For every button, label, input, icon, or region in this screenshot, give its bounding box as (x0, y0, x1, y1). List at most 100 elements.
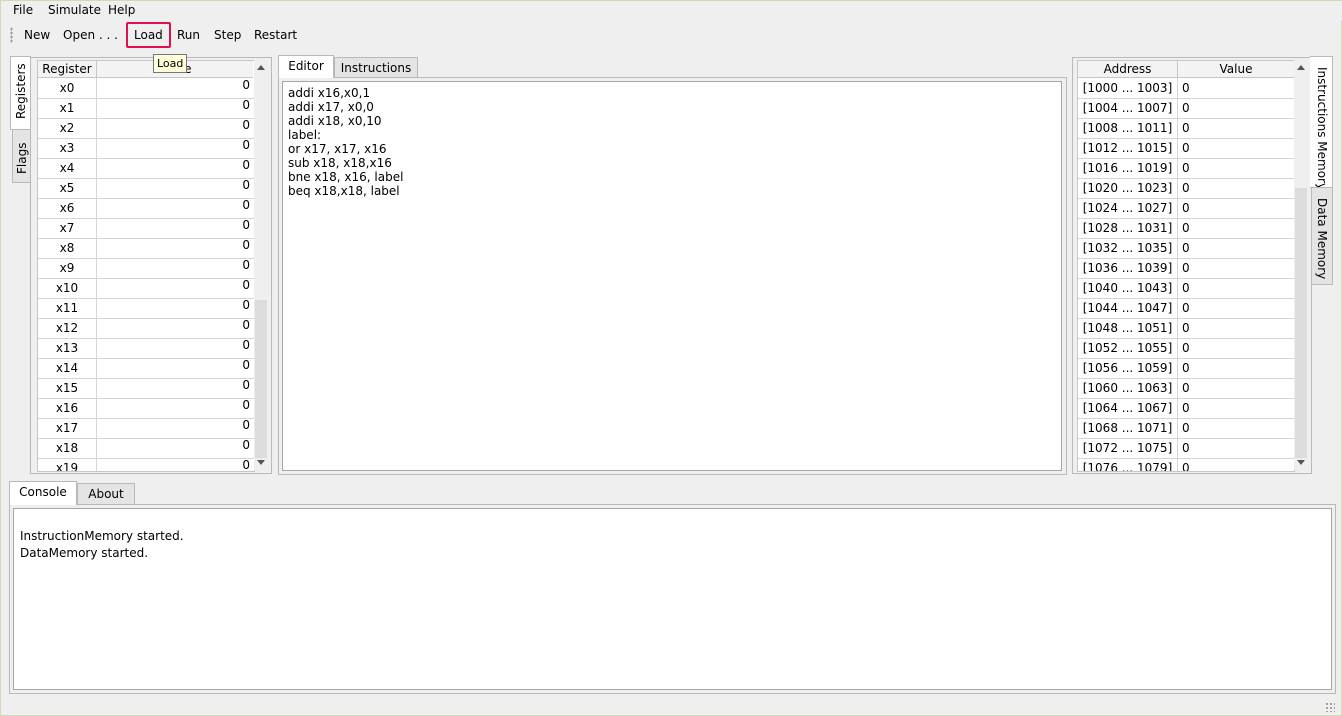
table-row[interactable]: x7 0 (38, 218, 254, 239)
open-button[interactable]: Open . . . (61, 26, 120, 44)
scroll-down-icon[interactable] (1297, 460, 1305, 465)
memory-value[interactable]: 0 (1182, 378, 1190, 398)
memory-value[interactable]: 0 (1182, 118, 1190, 138)
scroll-up-icon[interactable] (257, 65, 265, 70)
tab-data-memory[interactable]: Data Memory (1311, 187, 1333, 285)
register-value[interactable]: 0 (97, 138, 254, 152)
register-value[interactable]: 0 (97, 178, 254, 192)
table-row[interactable]: [1068 ... 1071] 0 (1078, 418, 1294, 439)
register-column-header[interactable]: Register (38, 61, 97, 78)
memory-value[interactable]: 0 (1182, 218, 1190, 238)
table-row[interactable]: x18 0 (38, 438, 254, 459)
table-row[interactable]: [1016 ... 1019] 0 (1078, 158, 1294, 179)
register-value[interactable]: 0 (97, 258, 254, 272)
memory-value[interactable]: 0 (1182, 438, 1190, 458)
scroll-thumb[interactable] (1295, 188, 1307, 458)
register-value[interactable]: 0 (97, 358, 254, 372)
table-row[interactable]: x12 0 (38, 318, 254, 339)
tab-flags[interactable]: Flags (12, 129, 32, 183)
new-button[interactable]: New (22, 26, 52, 44)
table-row[interactable]: x2 0 (38, 118, 254, 139)
memory-scrollbar[interactable] (1294, 60, 1308, 470)
table-row[interactable]: x16 0 (38, 398, 254, 419)
table-row[interactable]: [1040 ... 1043] 0 (1078, 278, 1294, 299)
table-row[interactable]: x1 0 (38, 98, 254, 119)
table-row[interactable]: x3 0 (38, 138, 254, 159)
memory-value[interactable]: 0 (1182, 278, 1190, 298)
register-value[interactable]: 0 (97, 418, 254, 432)
tab-about[interactable]: About (77, 483, 135, 504)
window-resize-grip[interactable] (1325, 702, 1335, 712)
register-value[interactable]: 0 (97, 458, 254, 471)
tab-registers[interactable]: Registers (10, 56, 31, 130)
load-button[interactable]: Load (126, 22, 171, 48)
table-row[interactable]: [1024 ... 1027] 0 (1078, 198, 1294, 219)
tab-console[interactable]: Console (9, 481, 77, 505)
memory-value[interactable]: 0 (1182, 158, 1190, 178)
table-row[interactable]: [1000 ... 1003] 0 (1078, 78, 1294, 99)
table-row[interactable]: x11 0 (38, 298, 254, 319)
memory-value[interactable]: 0 (1182, 238, 1190, 258)
scroll-down-icon[interactable] (257, 460, 265, 465)
run-button[interactable]: Run (175, 26, 202, 44)
memory-value[interactable]: 0 (1182, 458, 1190, 471)
register-value[interactable]: 0 (97, 198, 254, 212)
table-row[interactable]: [1072 ... 1075] 0 (1078, 438, 1294, 459)
table-row[interactable]: x5 0 (38, 178, 254, 199)
memory-value[interactable]: 0 (1182, 398, 1190, 418)
table-row[interactable]: x13 0 (38, 338, 254, 359)
table-row[interactable]: x19 0 (38, 458, 254, 471)
table-row[interactable]: x0 0 (38, 78, 254, 99)
toolbar-grip-handle[interactable] (10, 27, 13, 43)
table-row[interactable]: x9 0 (38, 258, 254, 279)
tab-editor[interactable]: Editor (278, 55, 334, 78)
table-row[interactable]: [1004 ... 1007] 0 (1078, 98, 1294, 119)
table-row[interactable]: x17 0 (38, 418, 254, 439)
scroll-thumb[interactable] (255, 300, 267, 458)
register-value[interactable]: 0 (97, 278, 254, 292)
register-value[interactable]: 0 (97, 218, 254, 232)
register-value[interactable]: 0 (97, 238, 254, 252)
memory-value[interactable]: 0 (1182, 418, 1190, 438)
memory-value[interactable]: 0 (1182, 178, 1190, 198)
table-row[interactable]: [1028 ... 1031] 0 (1078, 218, 1294, 239)
register-value[interactable]: 0 (97, 318, 254, 332)
table-row[interactable]: [1052 ... 1055] 0 (1078, 338, 1294, 359)
table-row[interactable]: x8 0 (38, 238, 254, 259)
table-row[interactable]: x4 0 (38, 158, 254, 179)
table-row[interactable]: x15 0 (38, 378, 254, 399)
address-column-header[interactable]: Address (1078, 61, 1178, 78)
memory-value[interactable]: 0 (1182, 338, 1190, 358)
table-row[interactable]: [1008 ... 1011] 0 (1078, 118, 1294, 139)
menu-help[interactable]: Help (108, 3, 135, 17)
table-row[interactable]: x14 0 (38, 358, 254, 379)
table-row[interactable]: [1036 ... 1039] 0 (1078, 258, 1294, 279)
register-value[interactable]: 0 (97, 338, 254, 352)
register-value[interactable]: 0 (97, 98, 254, 112)
memory-value[interactable]: 0 (1182, 78, 1190, 98)
table-row[interactable]: [1060 ... 1063] 0 (1078, 378, 1294, 399)
register-value[interactable]: 0 (97, 438, 254, 452)
registers-scrollbar[interactable] (254, 60, 268, 470)
memory-value[interactable]: 0 (1182, 258, 1190, 278)
memory-value[interactable]: 0 (1182, 198, 1190, 218)
table-row[interactable]: [1020 ... 1023] 0 (1078, 178, 1294, 199)
memory-value-column-header[interactable]: Value (1178, 61, 1294, 78)
memory-value[interactable]: 0 (1182, 98, 1190, 118)
register-value[interactable]: 0 (97, 158, 254, 172)
table-row[interactable]: [1076 ... 1079] 0 (1078, 458, 1294, 471)
restart-button[interactable]: Restart (252, 26, 299, 44)
memory-value[interactable]: 0 (1182, 318, 1190, 338)
memory-value[interactable]: 0 (1182, 298, 1190, 318)
register-value[interactable]: 0 (97, 118, 254, 132)
register-value[interactable]: 0 (97, 78, 254, 92)
code-editor[interactable]: addi x16,x0,1 addi x17, x0,0 addi x18, x0,… (282, 81, 1062, 471)
table-row[interactable]: x10 0 (38, 278, 254, 299)
register-value[interactable]: 0 (97, 398, 254, 412)
table-row[interactable]: [1064 ... 1067] 0 (1078, 398, 1294, 419)
table-row[interactable]: [1056 ... 1059] 0 (1078, 358, 1294, 379)
table-row[interactable]: [1012 ... 1015] 0 (1078, 138, 1294, 159)
table-row[interactable]: x6 0 (38, 198, 254, 219)
console-output[interactable]: InstructionMemory started. DataMemory sta… (13, 508, 1332, 690)
memory-value[interactable]: 0 (1182, 138, 1190, 158)
